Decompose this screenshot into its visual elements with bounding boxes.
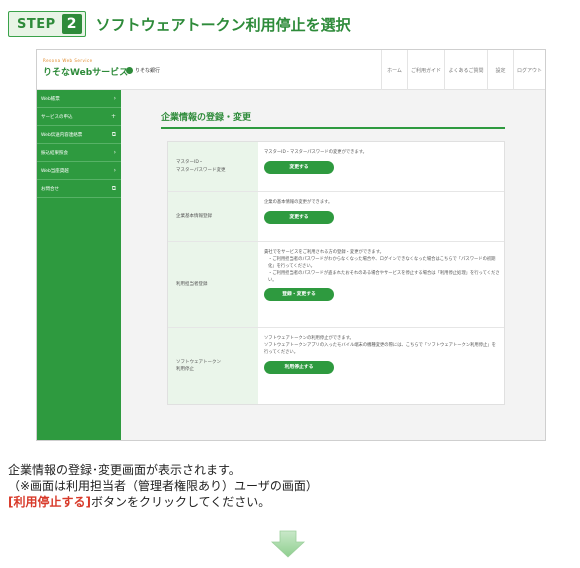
instructions: 企業情報の登録･変更画面が表示されます。 （※画面は利用担当者（管理者権限あり）… (8, 462, 568, 510)
bank-logo: りそな銀行 (126, 67, 160, 74)
row-user-registration: 利用担当者登録 貴社でをサービスをご利用される方の登録・変更ができます。 ・ご利… (168, 242, 504, 328)
chevron-right-icon: › (113, 167, 116, 174)
external-link-icon: ⧉ (111, 184, 116, 192)
step-header: STEP 2 ソフトウェアトークン利用停止を選択 (8, 10, 351, 38)
row-description: マスターID・マスターパスワードの変更ができます。 (264, 150, 367, 155)
change-company-info-button[interactable]: 変更する (264, 210, 334, 224)
step-title: ソフトウェアトークン利用停止を選択 (95, 15, 351, 34)
row-label: 企業基本情報登録 (168, 192, 258, 241)
topnav-guide[interactable]: ご利用ガイド (407, 50, 444, 90)
stop-software-token-button[interactable]: 利用停止する (264, 360, 334, 374)
sidebar-item-transfer-results[interactable]: 振込結果照会 › (37, 144, 121, 162)
sidebar-item-label: 振込結果照会 (41, 150, 68, 156)
row-label-text: 企業基本情報登録 (176, 213, 212, 219)
row-description: ソフトウェアトークンアプリの入ったモバイル端末の機種変更の際には、こちらで「ソフ… (264, 342, 496, 355)
row-body: 企業の基本情報の変更ができます。 変更する (264, 200, 500, 224)
title-underline (161, 127, 505, 129)
sidebar-item-label: お問合せ (41, 186, 59, 192)
row-company-info: 企業基本情報登録 企業の基本情報の変更ができます。 変更する (168, 192, 504, 242)
row-software-token: ソフトウェアトークン 利用停止 ソフトウェアトークンの利用停止ができます。 ソフ… (168, 328, 504, 404)
row-note: ・ご利用担当者のパスワードが盗まれたおそれのある場合やサービスを停止する場合は「… (268, 270, 500, 283)
sidebar-item-label: Web伝送内容連絡票 (41, 132, 83, 138)
row-description: 貴社でをサービスをご利用される方の登録・変更ができます。 (264, 250, 384, 255)
sidebar-item-overdraft[interactable]: Web当座貸越 › (37, 162, 121, 180)
row-description: ソフトウェアトークンの利用停止ができます。 (264, 336, 354, 341)
sidebar-item-contact[interactable]: お問合せ ⧉ (37, 180, 121, 198)
row-master-id: マスターID・ マスターパスワード変更 マスターID・マスターパスワードの変更が… (168, 142, 504, 192)
main-content: 企業情報の登録・変更 マスターID・ マスターパスワード変更 マスターID・マス… (121, 90, 545, 440)
top-navigation: ホーム ご利用ガイド よくあるご質問 設定 ログアウト (381, 50, 545, 90)
brand-logo[interactable]: りそなWebサービス (43, 65, 128, 78)
instruction-line-3: [利用停止する]ボタンをクリックしてください。 (8, 494, 568, 510)
instruction-line-2: （※画面は利用担当者（管理者権限あり）ユーザの画面） (8, 479, 318, 493)
topnav-home[interactable]: ホーム (381, 50, 407, 90)
instruction-line-1: 企業情報の登録･変更画面が表示されます。 (8, 463, 241, 477)
sidebar-item-label: Web当座貸越 (41, 168, 69, 174)
row-label-text: ソフトウェアトークン 利用停止 (176, 359, 221, 372)
sidebar-item-label: Web帳票 (41, 96, 60, 102)
row-label: 利用担当者登録 (168, 242, 258, 327)
row-body: ソフトウェアトークンの利用停止ができます。 ソフトウェアトークンアプリの入ったモ… (264, 336, 500, 374)
row-body: 貴社でをサービスをご利用される方の登録・変更ができます。 ・ご利用担当者のパスワ… (264, 250, 500, 302)
highlight-button-name: [利用停止する] (8, 495, 91, 509)
chevron-right-icon: › (113, 149, 116, 156)
change-master-id-button[interactable]: 変更する (264, 160, 334, 174)
sidebar-item-service-application[interactable]: サービスの申込 + (37, 108, 121, 126)
brand-subtitle: Resona Web Service (43, 58, 93, 63)
sidebar-item-transmission-form[interactable]: Web伝送内容連絡票 ⧉ (37, 126, 121, 144)
row-body: マスターID・マスターパスワードの変更ができます。 変更する (264, 150, 500, 174)
bank-mark-icon (126, 67, 133, 74)
sidebar: Web帳票 › サービスの申込 + Web伝送内容連絡票 ⧉ 振込結果照会 › … (37, 90, 121, 440)
settings-card: マスターID・ マスターパスワード変更 マスターID・マスターパスワードの変更が… (167, 141, 505, 405)
row-label-text: マスターID・ マスターパスワード変更 (176, 160, 226, 173)
external-link-icon: ⧉ (111, 130, 116, 138)
app-screenshot: Resona Web Service りそなWebサービス りそな銀行 ホーム … (36, 49, 546, 441)
chevron-right-icon: › (113, 95, 116, 102)
topnav-settings[interactable]: 設定 (487, 50, 513, 90)
row-description: 企業の基本情報の変更ができます。 (264, 200, 333, 205)
down-arrow-icon (270, 530, 306, 558)
register-user-button[interactable]: 登録・変更する (264, 288, 334, 302)
sidebar-item-web-reports[interactable]: Web帳票 › (37, 90, 121, 108)
app-header: Resona Web Service りそなWebサービス りそな銀行 ホーム … (37, 50, 545, 90)
row-label: マスターID・ マスターパスワード変更 (168, 142, 258, 191)
step-label: STEP (17, 16, 56, 32)
row-label-text: 利用担当者登録 (176, 281, 208, 287)
page-title: 企業情報の登録・変更 (161, 113, 252, 123)
topnav-logout[interactable]: ログアウト (513, 50, 545, 90)
bank-name: りそな銀行 (135, 68, 161, 74)
sidebar-item-label: サービスの申込 (41, 114, 73, 120)
topnav-faq[interactable]: よくあるご質問 (444, 50, 487, 90)
step-number: 2 (61, 14, 82, 34)
row-note: ・ご利用担当者のパスワードがわからなくなった場合や、ログインできなくなった場合は… (268, 256, 496, 269)
row-label: ソフトウェアトークン 利用停止 (168, 328, 258, 404)
step-badge: STEP 2 (8, 11, 86, 37)
plus-icon: + (110, 113, 116, 120)
instruction-line-3-text: ボタンをクリックしてください。 (90, 495, 271, 509)
